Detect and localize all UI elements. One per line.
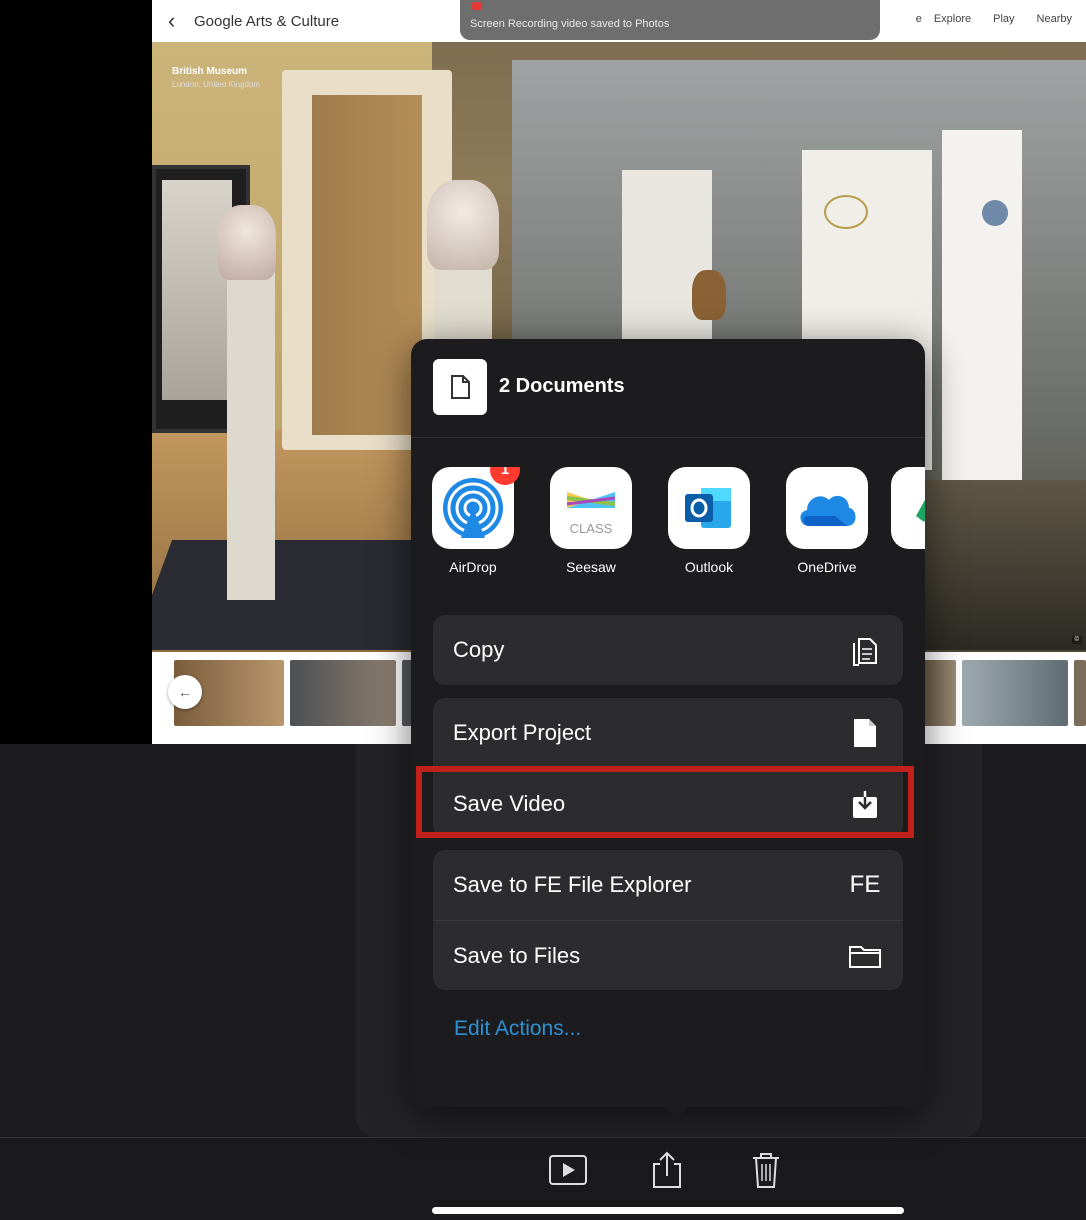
share-icon[interactable] xyxy=(647,1150,687,1190)
necklace-exhibit xyxy=(824,195,868,229)
onedrive-icon xyxy=(786,467,868,549)
save-fe-file-explorer-action[interactable]: Save to FE File Explorer FE xyxy=(433,850,903,920)
action-label: Copy xyxy=(453,637,505,662)
door xyxy=(312,95,422,435)
action-label: Export Project xyxy=(453,720,592,745)
location-title: British Museum xyxy=(172,66,248,77)
edit-actions-link[interactable]: Edit Actions... xyxy=(454,1017,581,1041)
app-label: Seesaw xyxy=(566,559,616,575)
google-drive-icon xyxy=(891,467,925,549)
export-project-action[interactable]: Export Project xyxy=(433,698,903,768)
header-nav: e Explore Play Nearby xyxy=(916,13,1072,25)
app-brand[interactable]: Google Arts & Culture xyxy=(194,13,339,30)
back-chevron-icon[interactable]: ‹ xyxy=(168,8,194,34)
share-app-row: 1 AirDrop CLASS Seesaw Outlook OneDrive xyxy=(411,467,925,587)
cabinet-glass xyxy=(162,180,232,400)
toast-message: Screen Recording video saved to Photos xyxy=(470,18,670,30)
share-app-airdrop[interactable]: 1 AirDrop xyxy=(423,467,523,575)
outlook-icon xyxy=(668,467,750,549)
copy-action[interactable]: Copy xyxy=(433,615,903,685)
location-subtitle: London, United Kingdom xyxy=(172,80,261,89)
exhibit-panel xyxy=(942,130,1022,480)
pedestal xyxy=(227,270,275,600)
nav-item[interactable]: e xyxy=(916,13,922,25)
seesaw-tile-text: CLASS xyxy=(569,521,613,536)
action-label: Save to FE File Explorer xyxy=(453,872,692,897)
document-icon xyxy=(433,359,487,415)
thumbnail[interactable] xyxy=(962,660,1068,726)
document-icon xyxy=(847,715,883,751)
share-app-outlook[interactable]: Outlook xyxy=(659,467,759,575)
save-video-action[interactable]: Save Video xyxy=(433,768,903,838)
nav-play[interactable]: Play xyxy=(993,13,1014,25)
fe-icon: FE xyxy=(849,871,881,898)
app-label: Outlook xyxy=(684,559,734,575)
share-app-seesaw[interactable]: CLASS Seesaw xyxy=(541,467,641,575)
thumbnail[interactable] xyxy=(290,660,396,726)
folder-icon xyxy=(847,938,883,974)
jewel-exhibit xyxy=(982,200,1008,226)
share-app-onedrive[interactable]: OneDrive xyxy=(777,467,877,575)
share-app-partial[interactable] xyxy=(891,467,925,549)
display-shelf xyxy=(912,480,1086,650)
record-icon xyxy=(472,2,482,10)
thumbnail[interactable] xyxy=(922,660,956,726)
save-video-icon xyxy=(847,786,883,822)
play-icon[interactable] xyxy=(548,1150,588,1190)
nav-explore[interactable]: Explore xyxy=(934,13,971,25)
nav-nearby[interactable]: Nearby xyxy=(1037,13,1072,25)
map-copyright: © xyxy=(1071,636,1082,644)
home-indicator xyxy=(432,1207,904,1214)
vase-exhibit xyxy=(692,270,726,320)
app-label: AirDrop xyxy=(449,559,497,575)
left-black-bar xyxy=(0,0,152,744)
thumbnail[interactable] xyxy=(1074,660,1086,726)
seesaw-class-icon: CLASS xyxy=(550,467,632,549)
save-to-files-action[interactable]: Save to Files xyxy=(433,920,903,990)
trash-icon[interactable] xyxy=(746,1150,786,1190)
app-label: OneDrive xyxy=(797,559,857,575)
scroll-left-button[interactable]: ← xyxy=(168,675,202,709)
share-sheet: 2 Documents 1 AirDrop CLASS Seesaw Outlo… xyxy=(411,339,925,1119)
actions-group-project: Export Project Save Video xyxy=(433,698,903,838)
action-label: Save to Files xyxy=(453,942,581,968)
popover-arrow xyxy=(663,1105,691,1119)
action-label: Save Video xyxy=(453,790,566,816)
actions-group-files: Save to FE File Explorer FE Save to File… xyxy=(433,850,903,990)
share-title: 2 Documents xyxy=(499,375,625,397)
share-sheet-header: 2 Documents xyxy=(411,339,925,438)
recording-toast[interactable]: Screen Recording video saved to Photos xyxy=(460,0,880,40)
bust-sculpture xyxy=(218,205,276,280)
airdrop-icon: 1 xyxy=(432,467,520,549)
bust-sculpture xyxy=(427,180,499,270)
copy-icon xyxy=(847,632,883,668)
actions-group-copy: Copy xyxy=(433,615,903,685)
